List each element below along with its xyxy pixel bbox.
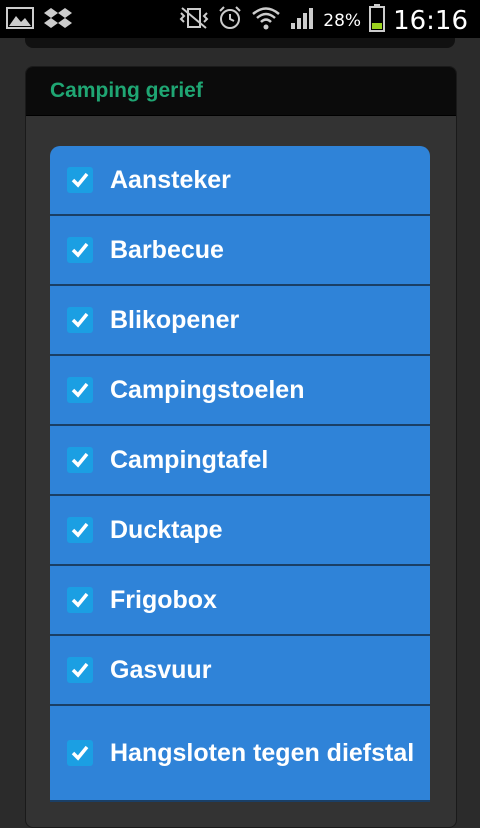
signal-icon xyxy=(289,5,315,36)
check-icon xyxy=(71,745,89,761)
list-item-label: Barbecue xyxy=(110,236,224,264)
list-item[interactable]: Ducktape xyxy=(50,496,430,566)
previous-card-edge xyxy=(25,38,455,48)
check-icon xyxy=(71,312,89,328)
checkbox[interactable] xyxy=(67,237,93,263)
check-icon xyxy=(71,452,89,468)
wifi-icon xyxy=(251,5,281,36)
list-item-label: Ducktape xyxy=(110,516,223,544)
list-item[interactable]: Barbecue xyxy=(50,216,430,286)
checkbox[interactable] xyxy=(67,167,93,193)
check-icon xyxy=(71,592,89,608)
gallery-icon xyxy=(6,6,34,37)
check-icon xyxy=(71,382,89,398)
check-icon xyxy=(71,242,89,258)
list-item[interactable]: Campingstoelen xyxy=(50,356,430,426)
clock: 16:16 xyxy=(393,5,468,36)
checkbox[interactable] xyxy=(67,740,93,766)
list-item[interactable]: Hangsloten tegen diefstal xyxy=(50,706,430,802)
list-item[interactable]: Blikopener xyxy=(50,286,430,356)
dropbox-icon xyxy=(44,6,72,37)
checkbox[interactable] xyxy=(67,377,93,403)
checkbox[interactable] xyxy=(67,657,93,683)
list-item[interactable]: Campingtafel xyxy=(50,426,430,496)
check-icon xyxy=(71,662,89,678)
list-item-label: Aansteker xyxy=(110,166,231,194)
checkbox[interactable] xyxy=(67,307,93,333)
section-title: Camping gerief xyxy=(50,79,203,102)
list-item-label: Campingstoelen xyxy=(110,376,305,404)
card-header[interactable]: Camping gerief xyxy=(26,67,456,116)
list-item[interactable]: Frigobox xyxy=(50,566,430,636)
checkbox[interactable] xyxy=(67,447,93,473)
battery-percent: 28% xyxy=(323,10,362,31)
checkbox[interactable] xyxy=(67,517,93,543)
checkbox[interactable] xyxy=(67,587,93,613)
vibrate-icon xyxy=(179,5,209,36)
list-item[interactable]: Aansteker xyxy=(50,146,430,216)
list-item-label: Gasvuur xyxy=(110,656,212,684)
checklist: Aansteker Barbecue Blikopener Campingsto… xyxy=(50,146,430,802)
check-icon xyxy=(71,522,89,538)
list-item-label: Hangsloten tegen diefstal xyxy=(110,739,415,767)
list-item-label: Blikopener xyxy=(110,306,240,334)
list-item-label: Campingtafel xyxy=(110,446,269,474)
list-item[interactable]: Gasvuur xyxy=(50,636,430,706)
alarm-icon xyxy=(217,5,243,36)
list-item-label: Frigobox xyxy=(110,586,217,614)
status-bar: 28% 16:16 xyxy=(0,0,480,38)
battery-icon xyxy=(369,4,386,37)
check-icon xyxy=(71,172,89,188)
